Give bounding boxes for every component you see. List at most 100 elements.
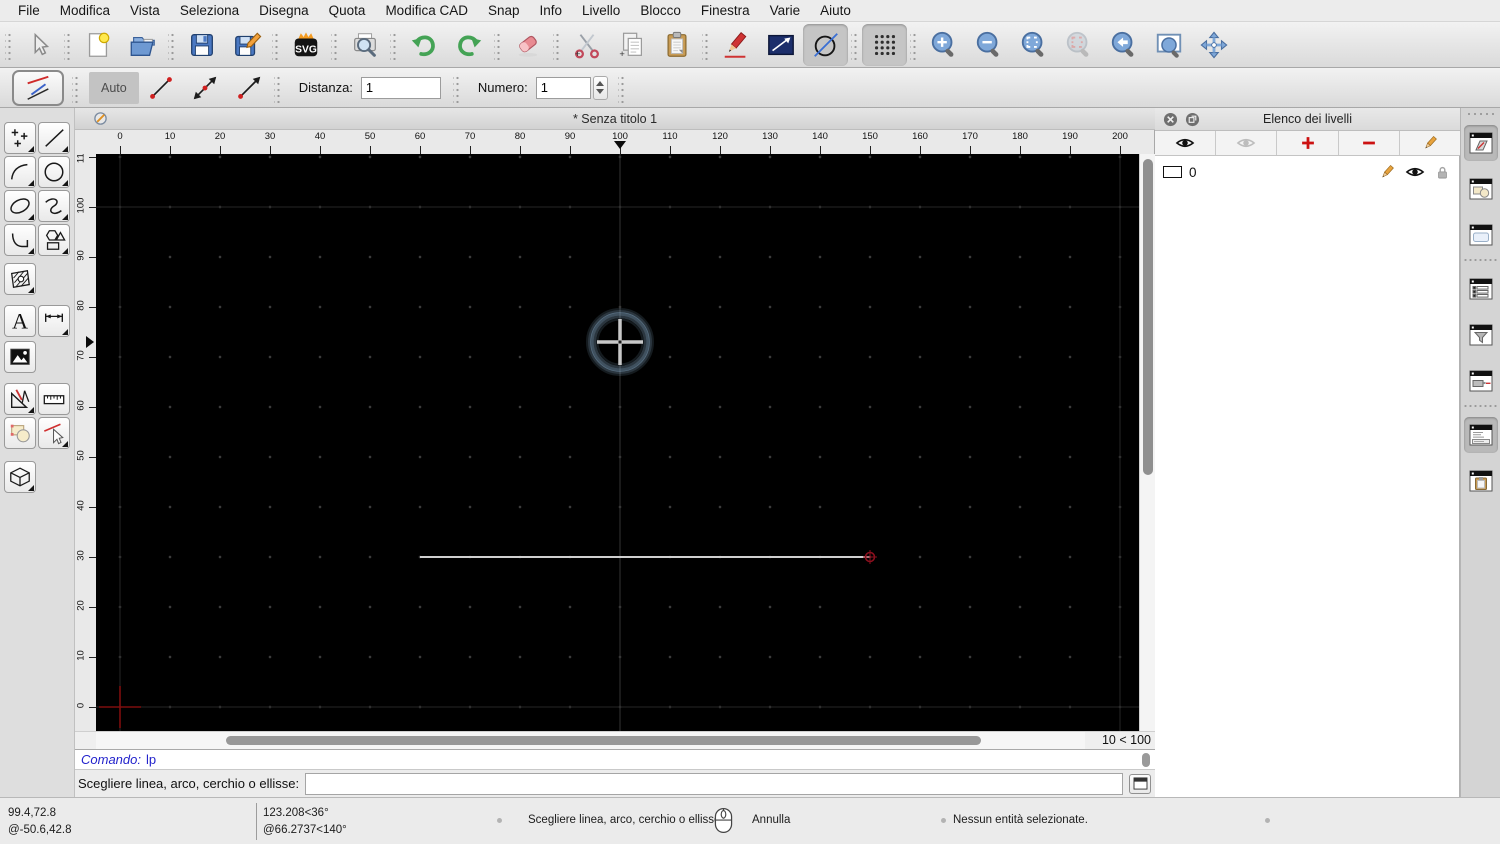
draw-button[interactable]: [713, 24, 758, 66]
cut-button[interactable]: +: [564, 24, 609, 66]
line-tool-button[interactable]: [758, 24, 803, 66]
show-all-layers-button[interactable]: [1155, 131, 1217, 155]
open-document-button[interactable]: [120, 24, 165, 66]
eye-icon[interactable]: [1405, 162, 1425, 182]
dock-clipboard-icon: [1467, 467, 1495, 495]
line-symmetric-button[interactable]: [183, 70, 227, 106]
menu-finestra[interactable]: Finestra: [691, 3, 760, 18]
zoom-in-button[interactable]: [921, 24, 966, 66]
tool-dimension-button[interactable]: [38, 305, 70, 337]
toggle-clipboard-button[interactable]: [1464, 463, 1498, 499]
menu-blocco[interactable]: Blocco: [630, 3, 691, 18]
toggle-pen-palette-button[interactable]: [1464, 363, 1498, 399]
menu-aiuto[interactable]: Aiuto: [810, 3, 861, 18]
lock-icon[interactable]: [1434, 164, 1451, 181]
tool-ellipse-button[interactable]: [4, 190, 36, 222]
image-icon: [8, 345, 32, 369]
print-preview-button[interactable]: [342, 24, 387, 66]
add-layer-button[interactable]: [1277, 131, 1339, 155]
tool-arc-button[interactable]: [4, 156, 36, 188]
number-input[interactable]: [535, 76, 591, 99]
menu-modifica-cad[interactable]: Modifica CAD: [375, 3, 478, 18]
kill-all-actions-button[interactable]: [505, 24, 550, 66]
current-action-button[interactable]: [803, 23, 848, 66]
distance-input[interactable]: [360, 76, 441, 99]
number-spinner[interactable]: [592, 75, 608, 100]
tool-polygon-button[interactable]: [38, 224, 70, 256]
menu-modifica[interactable]: Modifica: [50, 3, 120, 18]
menu-disegna[interactable]: Disegna: [249, 3, 319, 18]
relative-coordinate: @-50.6,42.8: [8, 824, 72, 836]
toggle-block-list-button[interactable]: [1464, 171, 1498, 207]
tool-hatch-button[interactable]: [4, 263, 36, 295]
tool-text-button[interactable]: A: [4, 305, 36, 337]
close-icon[interactable]: [1163, 112, 1178, 127]
command-input[interactable]: [305, 772, 1123, 795]
new-document-button[interactable]: [75, 24, 120, 66]
toggle-library-browser-button[interactable]: [1464, 217, 1498, 253]
float-panel-icon[interactable]: [1185, 112, 1200, 127]
grid-toggle-button[interactable]: [862, 23, 907, 66]
document-titlebar[interactable]: * Senza titolo 1: [75, 108, 1155, 130]
zoom-previous-button[interactable]: [1101, 24, 1146, 66]
pan-zoom-button[interactable]: [1191, 24, 1236, 66]
undo-button[interactable]: [401, 24, 446, 66]
select-button[interactable]: [16, 24, 61, 66]
command-dock-button[interactable]: [1129, 773, 1151, 794]
tool-spline-button[interactable]: [38, 190, 70, 222]
tool-circle-button[interactable]: [38, 156, 70, 188]
tool-line-button[interactable]: [38, 122, 70, 154]
tool-image-button[interactable]: [4, 341, 36, 373]
redo-button[interactable]: [446, 24, 491, 66]
layer-color-swatch[interactable]: [1163, 166, 1182, 178]
hruler-label: 80: [514, 131, 526, 142]
vertical-scrollbar-thumb[interactable]: [1143, 159, 1153, 475]
line-ray-button[interactable]: [227, 70, 271, 106]
menu-seleziona[interactable]: Seleziona: [170, 3, 249, 18]
menu-quota[interactable]: Quota: [319, 3, 376, 18]
hatch-icon: [8, 267, 32, 291]
tool-measure-button[interactable]: [38, 383, 70, 415]
horizontal-scrollbar-thumb[interactable]: [226, 736, 981, 745]
zoom-window-button[interactable]: [1146, 24, 1191, 66]
tool-select-button[interactable]: [38, 417, 70, 449]
menu-vista[interactable]: Vista: [120, 3, 170, 18]
remove-layer-button[interactable]: [1339, 131, 1400, 155]
menu-file[interactable]: File: [8, 3, 50, 18]
toggle-entity-list-button[interactable]: [1464, 271, 1498, 307]
tool-explode-button[interactable]: [4, 417, 36, 449]
pencil-icon[interactable]: [1378, 163, 1396, 181]
zoom-auto-button[interactable]: [1011, 24, 1056, 66]
tool-3d-button[interactable]: [4, 461, 36, 493]
auto-mode-button[interactable]: Auto: [89, 71, 139, 104]
vertical-scrollbar[interactable]: [1139, 154, 1155, 731]
horizontal-scrollbar[interactable]: [96, 732, 1085, 750]
history-scrollbar-thumb[interactable]: [1142, 753, 1150, 767]
line-rect-icon: [766, 30, 796, 60]
menu-snap[interactable]: Snap: [478, 3, 530, 18]
zoom-in-icon: [929, 30, 959, 60]
save-as-button[interactable]: [224, 24, 269, 66]
menu-info[interactable]: Info: [530, 3, 573, 18]
zoom-selection-button[interactable]: [1056, 24, 1101, 66]
toggle-layer-list-button[interactable]: [1464, 125, 1498, 161]
layer-row[interactable]: 0: [1155, 160, 1460, 184]
drawing-canvas[interactable]: [96, 154, 1139, 731]
tool-modify-button[interactable]: [4, 383, 36, 415]
line-two-points-button[interactable]: [139, 70, 183, 106]
edit-layer-button[interactable]: [1400, 131, 1460, 155]
menu-livello[interactable]: Livello: [572, 3, 630, 18]
tool-points-button[interactable]: [4, 122, 36, 154]
hide-all-layers-button[interactable]: [1216, 131, 1278, 155]
export-svg-button[interactable]: SVG: [283, 24, 328, 66]
toggle-selection-filter-button[interactable]: [1464, 317, 1498, 353]
save-button[interactable]: [179, 24, 224, 66]
paste-button[interactable]: [654, 24, 699, 66]
toggle-command-widget-button[interactable]: [1464, 417, 1498, 453]
svg-text:+: +: [574, 49, 579, 59]
copy-button[interactable]: +: [609, 24, 654, 66]
tool-polyline-button[interactable]: [4, 224, 36, 256]
menu-varie[interactable]: Varie: [760, 3, 811, 18]
zoom-out-button[interactable]: [966, 24, 1011, 66]
parallel-lines-tool-button[interactable]: [12, 69, 64, 106]
